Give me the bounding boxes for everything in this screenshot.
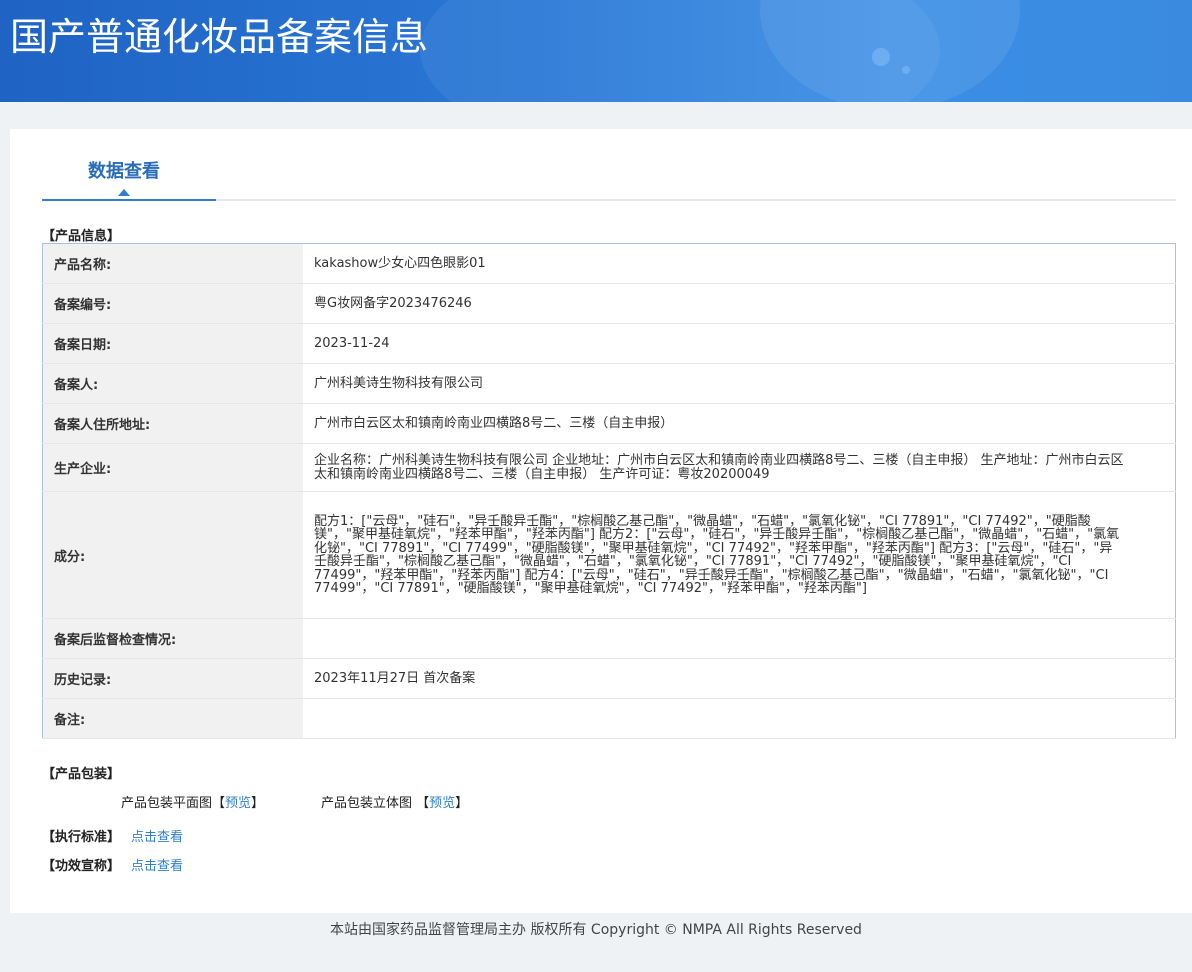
footer-copyright: 本站由国家药品监督管理局主办 版权所有 Copyright © NMPA All… bbox=[330, 922, 862, 938]
row-label: 产品名称: bbox=[42, 243, 303, 284]
table-row: 产品名称: kakashow少女心四色眼影01 bbox=[42, 243, 1176, 284]
product-info-table: 产品名称: kakashow少女心四色眼影01 备案编号: 粤G妆网备字2023… bbox=[42, 243, 1176, 739]
row-label: 生产企业: bbox=[42, 443, 303, 492]
product-info-heading: 【产品信息】 bbox=[42, 229, 121, 244]
row-value bbox=[303, 698, 1176, 739]
table-row: 备注: bbox=[42, 698, 1176, 739]
package-flat-label: 产品包装平面图 bbox=[121, 796, 213, 811]
banner-dot bbox=[872, 48, 890, 66]
page-banner: 国产普通化妆品备案信息 bbox=[0, 0, 1192, 102]
standard-heading: 【执行标准】 bbox=[42, 830, 121, 845]
row-label: 备案人住所地址: bbox=[42, 403, 303, 444]
packaging-heading: 【产品包装】 bbox=[42, 767, 121, 782]
content-card: 数据查看 【产品信息】 产品名称: kakashow少女心四色眼影01 备案编号… bbox=[10, 129, 1192, 913]
package-3d-view: 产品包装立体图 【预览】 bbox=[321, 796, 469, 811]
row-value: 广州市白云区太和镇南岭南业四横路8号二、三楼（自主申报） bbox=[303, 403, 1176, 444]
row-label: 成分: bbox=[42, 491, 303, 619]
table-row: 历史记录: 2023年11月27日 首次备案 bbox=[42, 658, 1176, 699]
table-row: 成分: 配方1：["云母"，"硅石"，"异壬酸异壬酯"，"棕榈酸乙基己酯"，"微… bbox=[42, 491, 1176, 619]
row-value: kakashow少女心四色眼影01 bbox=[303, 243, 1176, 284]
banner-dot bbox=[902, 66, 910, 74]
row-value bbox=[303, 618, 1176, 659]
efficacy-view-link[interactable]: 点击查看 bbox=[131, 855, 183, 874]
row-label: 备案人: bbox=[42, 363, 303, 404]
page-title: 国产普通化妆品备案信息 bbox=[10, 15, 429, 59]
tab-indicator-caret bbox=[118, 189, 130, 196]
row-value: 2023年11月27日 首次备案 bbox=[303, 658, 1176, 699]
tab-data-view[interactable]: 数据查看 bbox=[42, 129, 216, 201]
tab-label: 数据查看 bbox=[88, 161, 160, 182]
efficacy-heading: 【功效宣称】 bbox=[42, 859, 121, 874]
row-value: 企业名称：广州科美诗生物科技有限公司 企业地址：广州市白云区太和镇南岭南业四横路… bbox=[303, 443, 1176, 492]
preview-3d-link[interactable]: 预览 bbox=[429, 796, 455, 811]
table-row: 备案编号: 粤G妆网备字2023476246 bbox=[42, 283, 1176, 324]
tab-bar: 数据查看 bbox=[42, 129, 1176, 201]
package-flat-view: 产品包装平面图【预览】 bbox=[121, 796, 265, 811]
table-row: 备案后监督检查情况: bbox=[42, 618, 1176, 659]
package-3d-label: 产品包装立体图 bbox=[321, 796, 413, 811]
table-row: 备案人住所地址: 广州市白云区太和镇南岭南业四横路8号二、三楼（自主申报） bbox=[42, 403, 1176, 444]
table-row: 备案人: 广州科美诗生物科技有限公司 bbox=[42, 363, 1176, 404]
preview-flat-link[interactable]: 预览 bbox=[225, 796, 251, 811]
table-row: 备案日期: 2023-11-24 bbox=[42, 323, 1176, 364]
row-label: 历史记录: bbox=[42, 658, 303, 699]
row-label: 备案后监督检查情况: bbox=[42, 618, 303, 659]
row-value: 配方1：["云母"，"硅石"，"异壬酸异壬酯"，"棕榈酸乙基己酯"，"微晶蜡"，… bbox=[303, 491, 1176, 619]
row-label: 备注: bbox=[42, 698, 303, 739]
row-label: 备案编号: bbox=[42, 283, 303, 324]
row-value: 2023-11-24 bbox=[303, 323, 1176, 364]
row-label: 备案日期: bbox=[42, 323, 303, 364]
row-value: 广州科美诗生物科技有限公司 bbox=[303, 363, 1176, 404]
row-value: 粤G妆网备字2023476246 bbox=[303, 283, 1176, 324]
table-row: 生产企业: 企业名称：广州科美诗生物科技有限公司 企业地址：广州市白云区太和镇南… bbox=[42, 443, 1176, 492]
standard-view-link[interactable]: 点击查看 bbox=[131, 826, 183, 845]
